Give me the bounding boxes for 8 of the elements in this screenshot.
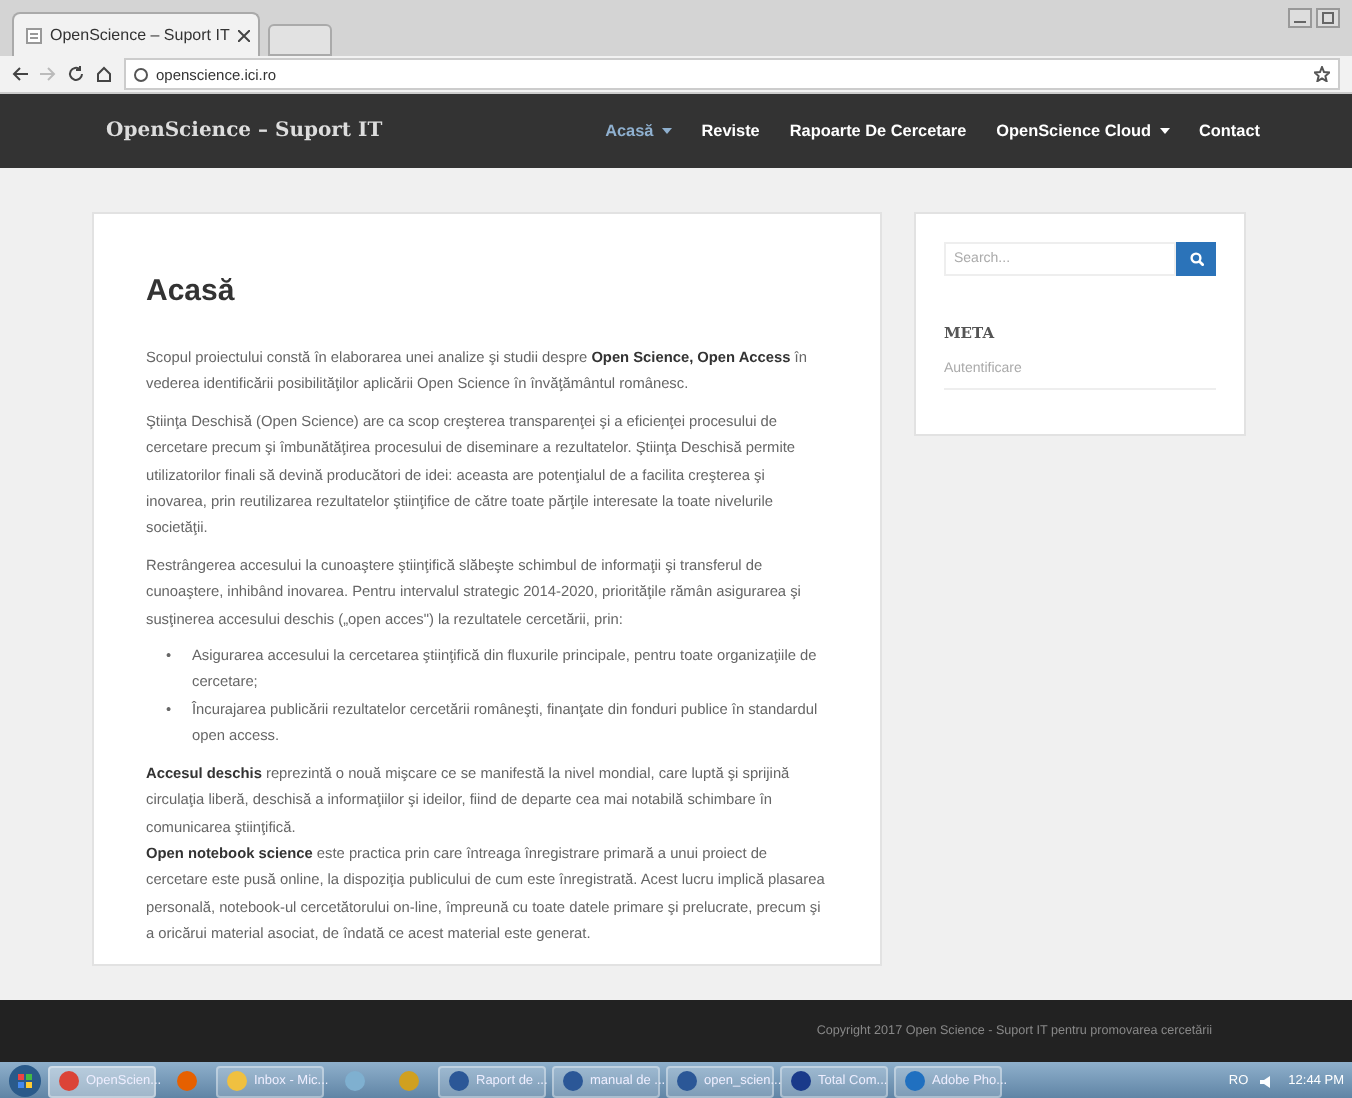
- nav-link[interactable]: OpenScience Cloud: [996, 122, 1170, 140]
- page-heading: Acasă: [146, 274, 237, 308]
- nav-link[interactable]: Acasă: [605, 122, 672, 140]
- browser-tab[interactable]: OpenScience – Suport IT: [12, 12, 260, 56]
- nav-link[interactable]: Rapoarte De Cercetare: [789, 122, 967, 140]
- nav-link[interactable]: Contact: [1199, 122, 1260, 140]
- nav-link[interactable]: Reviste: [701, 122, 760, 140]
- site-title[interactable]: OpenScience – Suport IT: [106, 120, 606, 142]
